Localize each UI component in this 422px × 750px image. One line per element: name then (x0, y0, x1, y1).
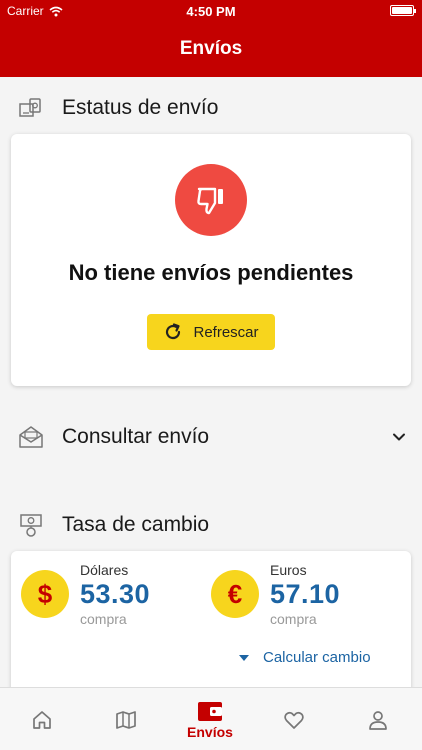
shipment-status-card: No tiene envíos pendientes Refrescar (11, 134, 411, 386)
package-money-icon (19, 98, 41, 117)
tab-profile[interactable] (336, 688, 420, 750)
dollar-symbol: $ (37, 578, 53, 609)
status-time: 4:50 PM (186, 4, 236, 19)
user-icon (369, 710, 387, 730)
euro-coin-icon: € (211, 570, 259, 618)
map-icon (116, 710, 136, 729)
refresh-button-label: Refrescar (193, 323, 259, 341)
dollars-rate-type: compra (80, 611, 127, 627)
envelope-search-icon (19, 426, 43, 448)
tab-envios-label: Envíos (187, 723, 233, 740)
wallet-icon (198, 701, 222, 721)
chevron-down-icon (393, 433, 405, 441)
dollars-rate-value: 53.30 (80, 579, 151, 609)
tab-bar: Envíos (0, 687, 422, 750)
home-icon (33, 710, 51, 729)
page-title: Envíos (179, 38, 243, 59)
empty-shipments-message: No tiene envíos pendientes (68, 260, 354, 285)
tab-favorites[interactable] (252, 688, 336, 750)
euros-rate-value: 57.10 (270, 579, 341, 609)
exchange-rate-card: $ Dólares 53.30 compra € Euros 57.10 com… (11, 551, 411, 701)
shipment-status-title: Estatus de envío (62, 96, 219, 119)
euros-label: Euros (270, 562, 307, 578)
euro-symbol: € (227, 578, 243, 609)
app-header: Carrier 4:50 PM Envíos (0, 0, 422, 77)
caret-down-icon (239, 654, 249, 661)
consult-shipment-toggle[interactable]: Consultar envío (18, 420, 410, 454)
exchange-rate-title: Tasa de cambio (62, 513, 210, 536)
battery-icon (390, 5, 416, 16)
dollars-label: Dólares (80, 562, 129, 578)
tab-home[interactable] (0, 688, 84, 750)
tab-envios[interactable]: Envíos (168, 688, 252, 750)
heart-icon (284, 711, 304, 729)
euros-rate-type: compra (270, 611, 317, 627)
refresh-button[interactable]: Refrescar (147, 314, 275, 350)
thumbs-down-icon (197, 187, 223, 215)
shipment-status-header: Estatus de envío (18, 95, 218, 121)
refresh-icon (166, 323, 181, 340)
consult-shipment-title: Consultar envío (62, 425, 210, 448)
tab-map[interactable] (84, 688, 168, 750)
money-exchange-icon (20, 514, 42, 537)
dollar-coin-icon: $ (21, 570, 69, 618)
calculate-exchange-link[interactable]: Calcular cambio (239, 649, 371, 666)
exchange-rate-header: Tasa de cambio (18, 512, 209, 538)
calculate-exchange-label: Calcular cambio (263, 649, 371, 666)
thumbs-down-badge (175, 164, 247, 236)
status-bar: Carrier 4:50 PM (0, 0, 422, 22)
